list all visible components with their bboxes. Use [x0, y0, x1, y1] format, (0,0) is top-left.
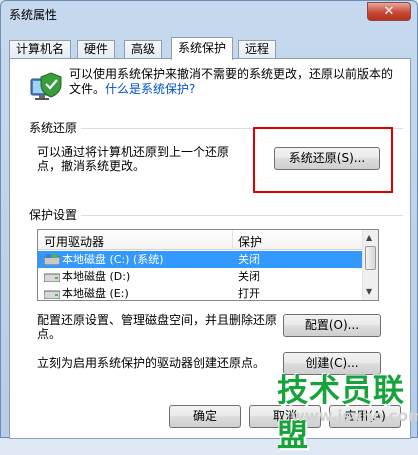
protection-settings-group-label: 保护设置 — [29, 206, 82, 223]
scroll-up-icon[interactable]: ▲ — [366, 233, 372, 242]
scroll-down-icon[interactable]: ▼ — [366, 287, 372, 296]
vertical-scrollbar[interactable]: ▲ ▼ — [362, 230, 378, 300]
window-title: 系统属性 — [9, 8, 58, 22]
watermark-url: www.jsgho.com — [291, 407, 418, 425]
tab-computer-name[interactable]: 计算机名 — [9, 40, 72, 59]
system-restore-description: 可以通过将计算机还原到上一个还原点，撤消系统更改。 — [37, 145, 230, 173]
tab-system-protection[interactable]: 系统保护 — [171, 37, 234, 60]
tab-strip: 计算机名 硬件 高级 系统保护 远程 — [9, 37, 409, 60]
create-description: 立刻为启用系统保护的驱动器创建还原点。 — [37, 356, 266, 370]
close-button[interactable]: ✕ — [367, 2, 411, 21]
configure-description: 配置还原设置、管理磁盘空间，并且删除还原点。 — [37, 313, 278, 341]
tab-advanced[interactable]: 高级 — [124, 40, 163, 59]
what-is-system-protection-link[interactable]: 什么是系统保护? — [105, 82, 195, 96]
drive-name: 本地磁盘 (E:) — [62, 287, 129, 300]
system-drive-icon — [44, 254, 60, 265]
scroll-thumb[interactable] — [365, 246, 376, 270]
drive-icon — [44, 290, 60, 299]
tab-remote[interactable]: 远程 — [238, 40, 277, 59]
drive-name: 本地磁盘 (D:) — [62, 270, 131, 283]
group-divider-protection — [29, 215, 403, 216]
list-header: 可用驱动器 保护 — [38, 230, 362, 250]
system-properties-window: 系统属性 ✕ 计算机名 硬件 高级 系统保护 远程 可以使用系统保护来撤消不需要… — [0, 0, 418, 454]
intro-text: 可以使用系统保护来撤消不需要的系统更改，还原以前版本的文件。什么是系统保护? — [69, 67, 399, 97]
system-protection-icon — [30, 72, 62, 100]
column-separator — [232, 230, 233, 250]
configure-button[interactable]: 配置(O)... — [283, 314, 381, 337]
column-header-drives[interactable]: 可用驱动器 — [44, 233, 104, 250]
column-header-protection[interactable]: 保护 — [238, 233, 262, 250]
highlight-box — [253, 127, 393, 193]
title-bar[interactable]: 系统属性 ✕ — [1, 1, 417, 27]
drive-protection-status: 关闭 — [238, 253, 260, 266]
close-icon: ✕ — [383, 4, 395, 19]
drive-row-c[interactable]: 本地磁盘 (C:) (系统) 关闭 — [38, 251, 362, 268]
drive-name: 本地磁盘 (C:) (系统) — [62, 253, 164, 266]
tab-hardware[interactable]: 硬件 — [77, 40, 116, 59]
watermark: 技术员联盟 www.jsgho.com — [277, 365, 418, 454]
drive-protection-status: 关闭 — [238, 270, 260, 283]
drive-row-d[interactable]: 本地磁盘 (D:) 关闭 — [38, 268, 362, 285]
drive-row-e[interactable]: 本地磁盘 (E:) 打开 — [38, 285, 362, 300]
drive-icon — [44, 273, 60, 282]
drive-list[interactable]: 可用驱动器 保护 本地磁盘 (C:) (系统) 关闭 本地磁盘 (D:) 关闭 — [37, 229, 379, 301]
system-restore-group-label: 系统还原 — [29, 119, 82, 136]
ok-button[interactable]: 确定 — [169, 405, 241, 428]
drive-protection-status: 打开 — [238, 287, 260, 300]
